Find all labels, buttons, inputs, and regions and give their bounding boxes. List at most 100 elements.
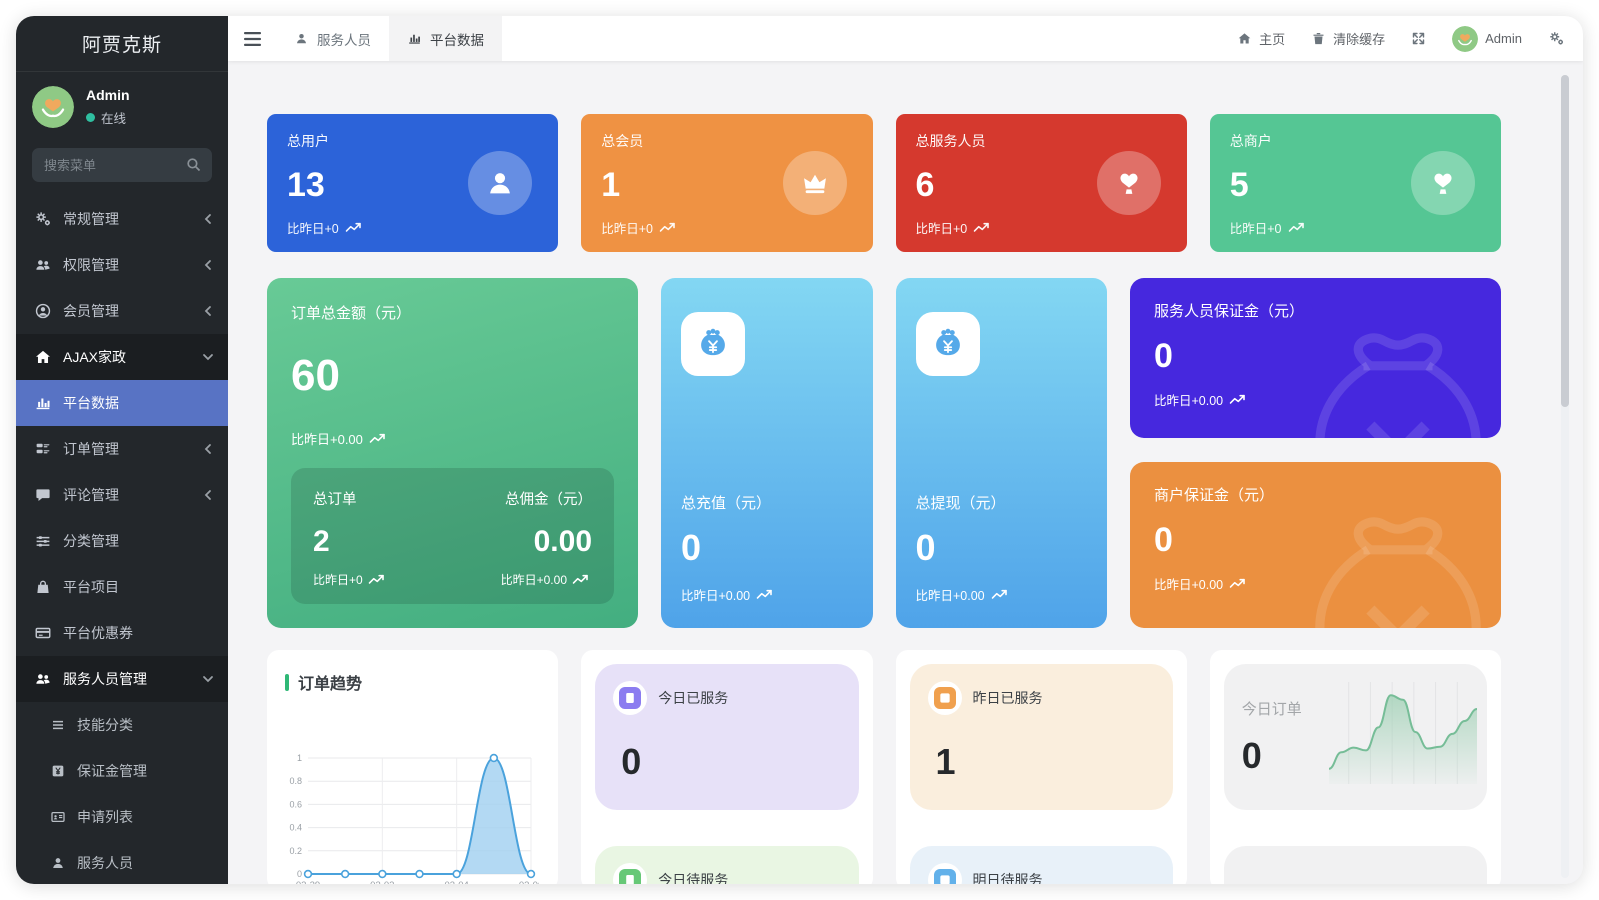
navbar-link-0[interactable]: 主页 [1237,29,1285,48]
content-scrollbar-track[interactable] [1561,75,1569,878]
home-icon [34,348,52,366]
bar-chart-icon [407,31,422,46]
trend-up-icon [572,574,592,585]
sidebar-item-label: 常规管理 [63,209,202,229]
sidebar-item-12[interactable]: 保证金管理 [16,748,228,794]
merchant-deposit-card: 商户保证金（元） 0 比昨日+0.00 [1130,462,1501,628]
sidebar-item-8[interactable]: 平台项目 [16,564,228,610]
service-panel: 今日已服务0 [595,664,858,810]
stat-title: 总服务人员 [916,131,1167,151]
sidebar-item-11[interactable]: 技能分类 [16,702,228,748]
chevron-left-icon [202,213,214,225]
search-icon[interactable] [185,156,202,173]
navbar-right: 主页 清除缓存 Admin [1237,26,1565,52]
chevron-left-icon [202,259,214,271]
hamburger-icon[interactable] [228,16,276,61]
yen-square-icon [50,763,66,779]
trend-up-icon [756,589,776,600]
user-icon [294,31,309,46]
navbar-user[interactable]: Admin [1452,26,1522,52]
svg-text:1: 1 [297,753,302,763]
bar-chart-icon [34,394,52,412]
users-icon [34,256,52,274]
stat-icon-circle [1097,151,1161,215]
top-navbar: 服务人员平台数据 主页 清除缓存 Admin [228,16,1583,61]
user-icon [50,855,66,871]
app-window: 阿贾克斯 Admin 在线 常规管理权限管理会员管理AJAX家政平台数据订单管理… [16,16,1583,884]
stat-title: 总会员 [601,131,852,151]
sidebar-item-5[interactable]: 订单管理 [16,426,228,472]
user-name[interactable]: Admin [86,87,130,103]
heart-badge-icon [1427,167,1459,199]
sub-title: 总佣金（元） [501,488,592,509]
card-title: 商户保证金（元） [1154,484,1477,505]
deposit-stack: 服务人员保证金（元） 0 比昨日+0.00 商户保证金（元） 0 比昨日+0.0… [1130,278,1501,628]
service-stats-card: 昨日已服务1明日待服务 [896,650,1187,884]
svg-text:0.4: 0.4 [289,823,302,833]
stat-title: 总用户 [287,131,538,151]
service-stats-card: 今日已服务0 今日待服务 [581,650,872,884]
order-trend-chart[interactable]: 00.20.40.60.8102-2903-0203-0403-06 [281,750,544,884]
sidebar-item-3[interactable]: AJAX家政 [16,334,228,380]
chevron-left-icon [202,305,214,317]
sidebar-search [32,148,212,182]
sub-delta: 比昨日+0.00 [501,571,567,588]
svg-text:0.6: 0.6 [289,799,302,809]
user-avatar[interactable] [32,86,74,128]
cogs-icon [1548,30,1565,47]
svg-text:0: 0 [297,869,302,879]
svg-text:03-06: 03-06 [519,880,539,884]
stat-icon-circle [468,151,532,215]
stat-card-0: 总用户13比昨日+0 [267,114,558,252]
recharge-card: 总充值（元） 0 比昨日+0.00 [661,278,873,628]
stat-delta: 比昨日+0 [601,218,653,237]
trend-up-icon [659,222,679,233]
sidebar-item-10[interactable]: 服务人员管理 [16,656,228,702]
tab-1[interactable]: 平台数据 [389,16,502,61]
card-value: 0 [1154,521,1477,560]
sidebar-item-6[interactable]: 评论管理 [16,472,228,518]
stat-icon-circle [783,151,847,215]
card-title: 总提现（元） [916,492,1088,513]
stat-card-2: 总服务人员6比昨日+0 [896,114,1187,252]
sidebar-item-label: 服务人员管理 [63,669,202,689]
navbar-link-1[interactable]: 清除缓存 [1311,29,1385,48]
sidebar-item-4[interactable]: 平台数据 [16,380,228,426]
cogs-icon [34,210,52,228]
sidebar-item-label: 平台项目 [63,577,214,597]
sidebar-item-13[interactable]: 申请列表 [16,794,228,840]
sidebar-item-label: 订单管理 [63,439,202,459]
service-panel-label: 今日已服务 [658,688,728,708]
brand-title[interactable]: 阿贾克斯 [16,16,228,72]
chevron-down-icon [202,673,214,685]
sidebar-item-0[interactable]: 常规管理 [16,196,228,242]
trend-up-icon [973,222,993,233]
user-panel: Admin 在线 [16,72,228,136]
fullscreen-button[interactable] [1411,31,1426,46]
trend-up-icon [1229,394,1249,405]
content-scrollbar-thumb[interactable] [1561,75,1569,407]
stat-delta: 比昨日+0 [916,218,968,237]
sidebar-item-14[interactable]: 服务人员 [16,840,228,884]
card-title: 总充值（元） [681,492,853,513]
card-delta: 比昨日+0.00 [1154,574,1223,593]
sidebar-item-9[interactable]: 平台优惠券 [16,610,228,656]
service-panel-label: 昨日已服务 [973,688,1043,708]
sidebar-item-7[interactable]: 分类管理 [16,518,228,564]
sidebar: 阿贾克斯 Admin 在线 常规管理权限管理会员管理AJAX家政平台数据订单管理… [16,16,228,884]
order-total-card: 订单总金额（元） 60 比昨日+0.00 总订单 2 比昨日+0 总佣金（元） … [267,278,638,628]
orders-icon [34,440,52,458]
service-panel: 今日待服务 [595,846,858,884]
card-title: 服务人员保证金（元） [1154,300,1477,321]
card-value: 0 [681,527,853,569]
sidebar-item-label: 权限管理 [63,255,202,275]
list-icon [50,717,66,733]
sidebar-item-label: 平台优惠券 [63,623,214,643]
sidebar-item-2[interactable]: 会员管理 [16,288,228,334]
dashboard-content: 总用户13比昨日+0总会员1比昨日+0总服务人员6比昨日+0总商户5比昨日+0 … [228,61,1583,884]
settings-button[interactable] [1548,30,1565,47]
today-orders-sparkline [1327,678,1479,792]
sidebar-item-1[interactable]: 权限管理 [16,242,228,288]
tab-0[interactable]: 服务人员 [276,16,389,61]
avatar [1452,26,1478,52]
